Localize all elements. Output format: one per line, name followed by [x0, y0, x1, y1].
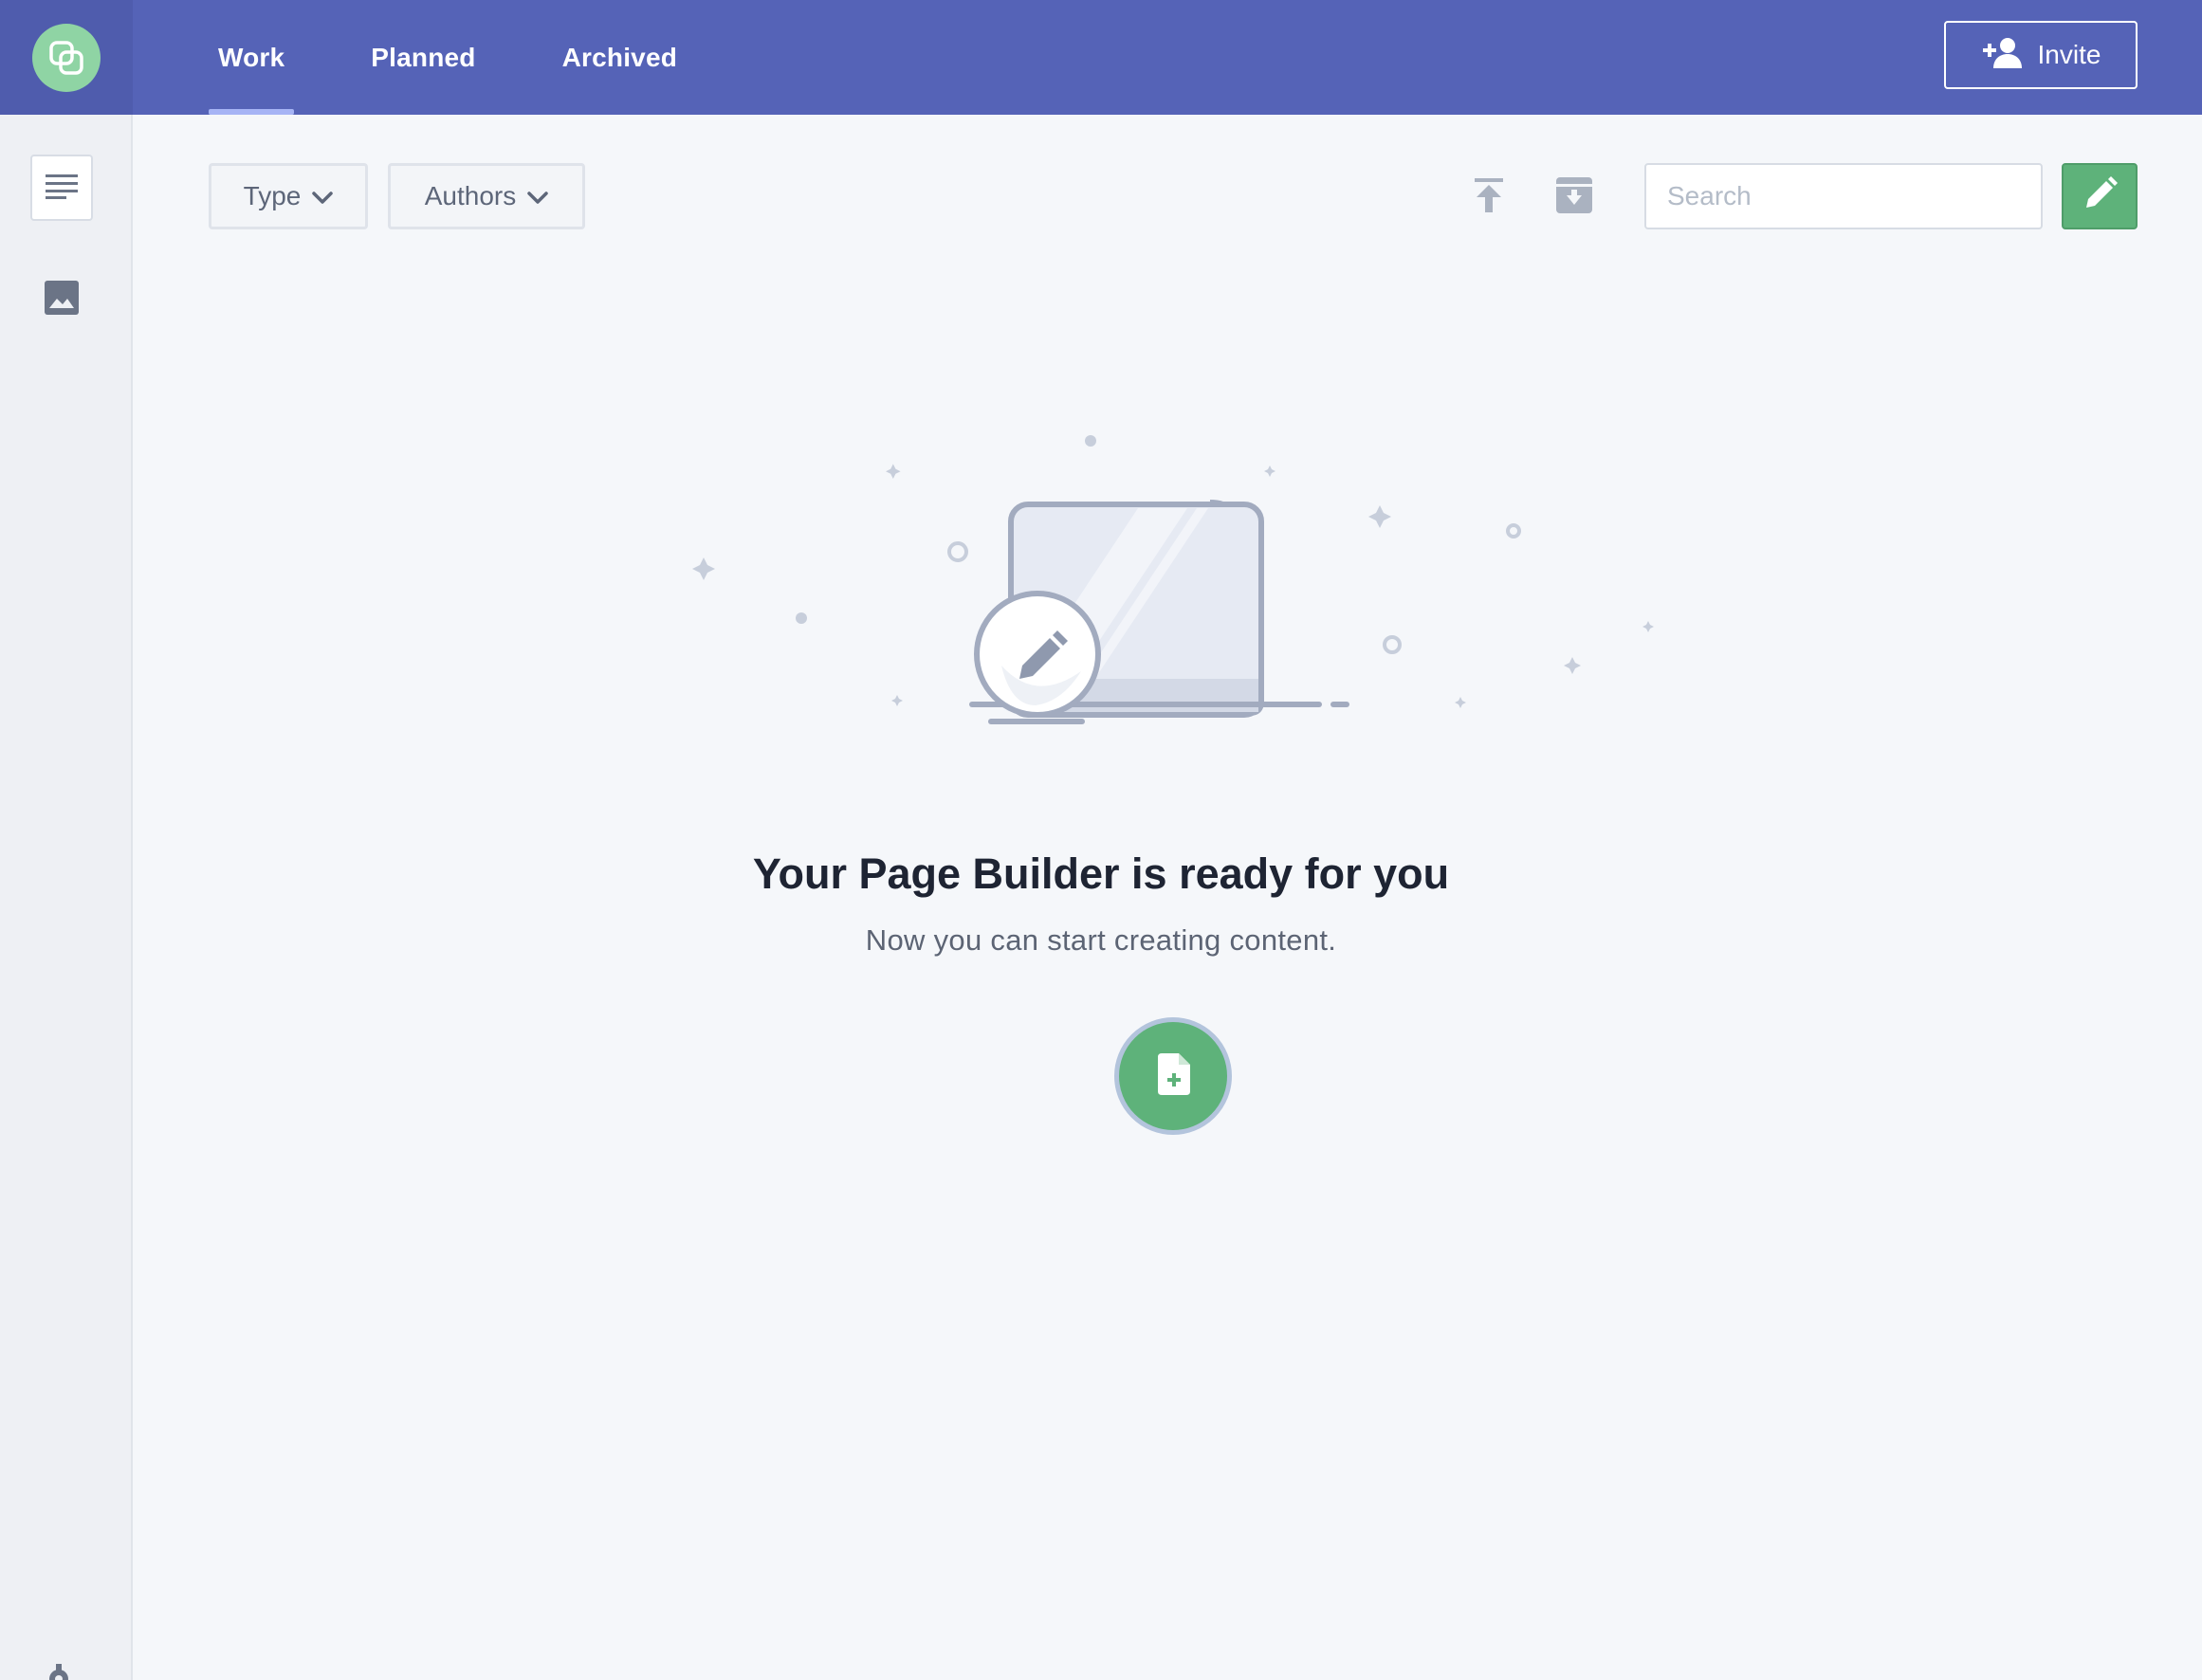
type-filter-label: Type — [243, 181, 302, 210]
tab-work[interactable]: Work — [209, 0, 295, 115]
sidebar-item-content-list[interactable] — [30, 155, 93, 221]
authors-filter-dropdown[interactable]: Authors — [388, 163, 585, 229]
list-icon — [46, 173, 78, 204]
image-icon — [45, 280, 79, 320]
archive-icon[interactable] — [1550, 171, 1599, 220]
gear-icon[interactable] — [42, 1662, 76, 1680]
chevron-down-icon — [312, 181, 334, 211]
tab-planned[interactable]: Planned — [361, 0, 485, 115]
brand-area[interactable] — [0, 0, 133, 115]
empty-state-subtitle: Now you can start creating content. — [865, 923, 1337, 957]
edit-button[interactable] — [2062, 163, 2138, 229]
search-input[interactable] — [1644, 163, 2043, 229]
type-filter-dropdown[interactable]: Type — [209, 163, 368, 229]
invite-label: Invite — [2037, 40, 2101, 69]
top-bar: Work Planned Archived Invite — [0, 0, 2202, 115]
new-document-icon — [1156, 1052, 1190, 1100]
publish-icon[interactable] — [1464, 171, 1514, 220]
empty-state-title: Your Page Builder is ready for you — [752, 849, 1450, 898]
authors-filter-label: Authors — [424, 181, 517, 210]
add-user-icon — [1981, 36, 2025, 75]
tab-work-label: Work — [218, 42, 285, 72]
pencil-icon — [2081, 175, 2119, 218]
brand-logo-icon[interactable] — [32, 23, 101, 92]
create-page-button[interactable] — [1114, 1017, 1232, 1135]
sidebar-item-media[interactable] — [30, 266, 93, 333]
tab-planned-label: Planned — [371, 42, 476, 72]
invite-button[interactable]: Invite — [1944, 21, 2138, 89]
main-tabs: Work Planned Archived — [209, 0, 754, 115]
tab-archived-label: Archived — [561, 42, 678, 72]
tab-archived[interactable]: Archived — [553, 0, 687, 115]
empty-state-illustration — [664, 417, 1688, 740]
app-root: Work Planned Archived Invite Type Author… — [0, 0, 2202, 1680]
chevron-down-icon — [527, 181, 548, 211]
